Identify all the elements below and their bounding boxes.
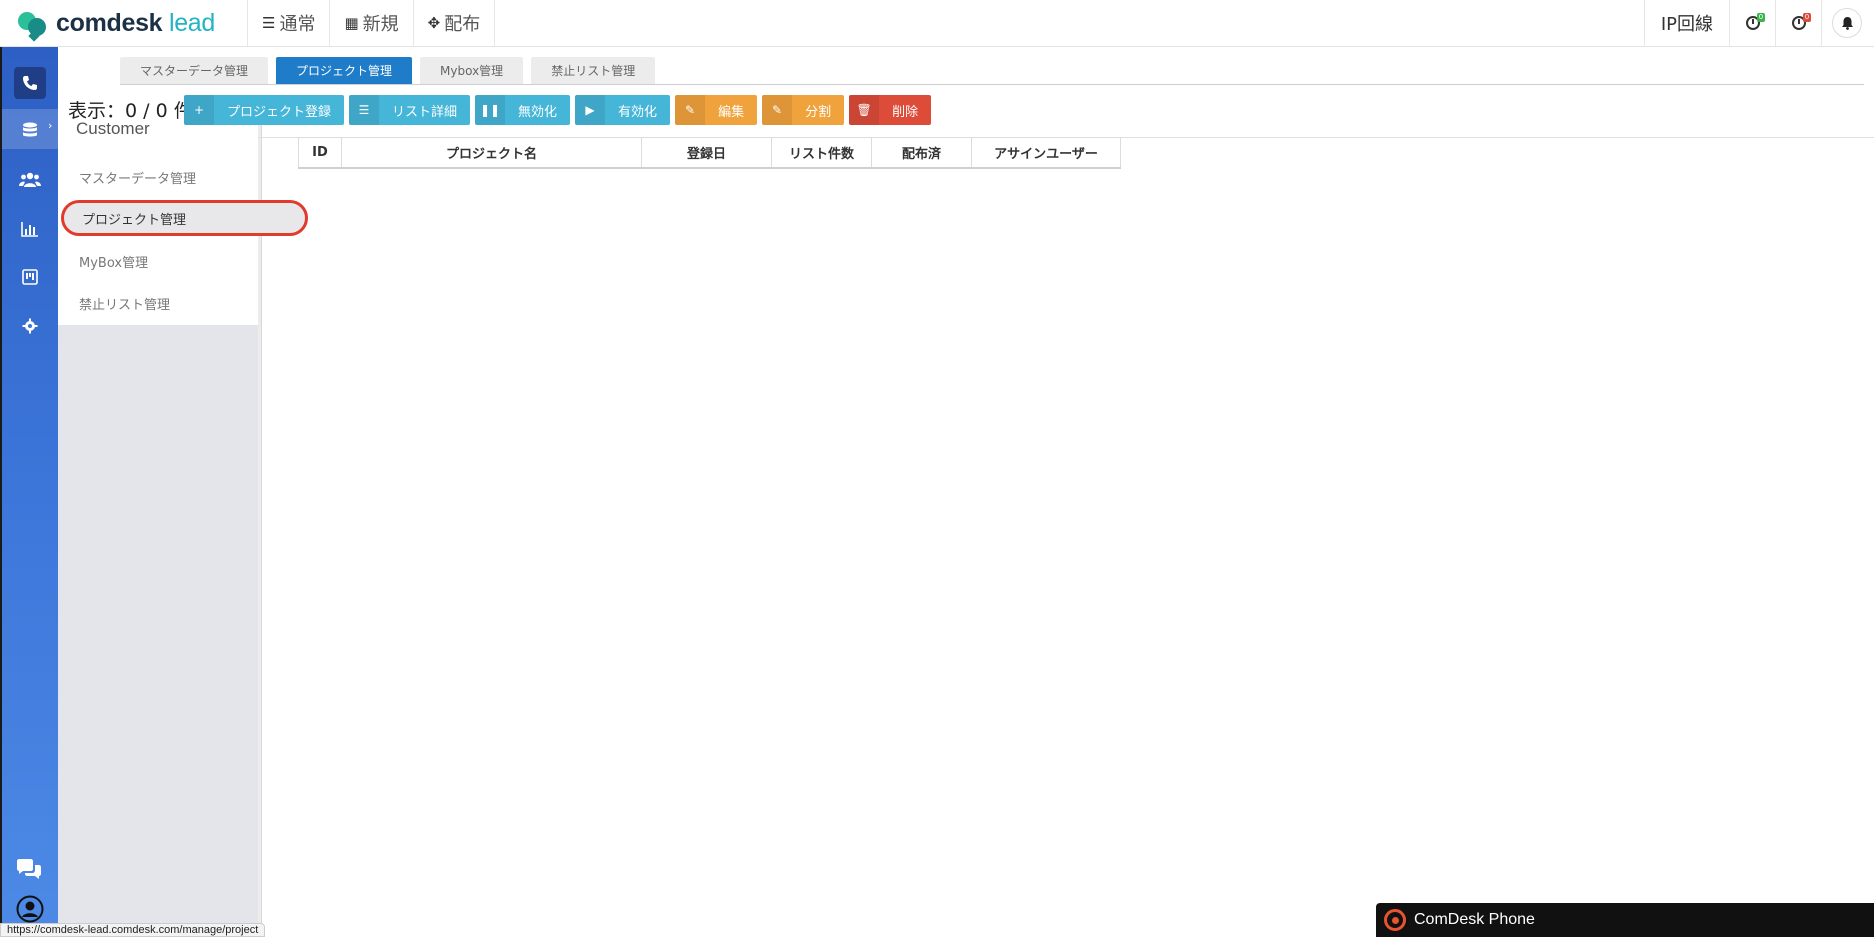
- enable-button[interactable]: ▶ 有効化: [575, 95, 671, 125]
- delete-button[interactable]: 🗑 削除: [849, 95, 932, 125]
- board-icon[interactable]: [14, 261, 46, 293]
- chevron-right-icon: ›: [48, 119, 53, 132]
- database-icon[interactable]: [14, 115, 46, 147]
- comdesk-phone-widget[interactable]: ComDesk Phone: [1376, 903, 1874, 937]
- submenu-item-master-data[interactable]: マスターデータ管理: [79, 168, 196, 187]
- status-url: https://comdesk-lead.comdesk.com/manage/…: [0, 923, 266, 937]
- nav-normal[interactable]: ☰ 通常: [248, 0, 331, 47]
- ip-line-button[interactable]: IP回線: [1643, 0, 1729, 47]
- submenu-item-project[interactable]: プロジェクト管理: [61, 200, 308, 236]
- tab-blocklist[interactable]: 禁止リスト管理: [531, 57, 656, 84]
- nav-distribute[interactable]: ✥ 配布: [414, 0, 496, 47]
- logo-mark-icon: [18, 8, 48, 42]
- list-detail-button[interactable]: ☰ リスト詳細: [349, 95, 471, 125]
- timer-badge-1: 0: [1757, 12, 1765, 22]
- top-right-controls: IP回線 0 0: [1643, 0, 1874, 47]
- chat-help-icon[interactable]: [16, 859, 42, 886]
- column-header-list-count[interactable]: リスト件数: [771, 137, 872, 169]
- phone-icon[interactable]: [14, 67, 46, 99]
- column-header-project-name[interactable]: プロジェクト名: [341, 137, 642, 169]
- tab-master-data[interactable]: マスターデータ管理: [120, 57, 269, 84]
- page-tabs: マスターデータ管理 プロジェクト管理 Mybox管理 禁止リスト管理: [120, 57, 663, 84]
- trash-icon: 🗑: [849, 95, 880, 125]
- customer-submenu: Customer マスターデータ管理 プロジェクト管理 MyBox管理 禁止リス…: [58, 112, 308, 325]
- grid-icon: ▦: [344, 14, 359, 32]
- nav-new[interactable]: ▦ 新規: [330, 0, 414, 47]
- timer-badge-2: 0: [1803, 12, 1811, 22]
- split-button[interactable]: ✎ 分割: [762, 95, 845, 125]
- expand-icon: ✥: [427, 14, 441, 32]
- list-icon: ☰: [349, 95, 380, 125]
- disable-label: 無効化: [518, 104, 558, 120]
- nav-normal-label: 通常: [279, 14, 316, 35]
- submenu-item-blocklist[interactable]: 禁止リスト管理: [79, 294, 170, 313]
- column-header-id[interactable]: ID: [298, 137, 342, 169]
- brand-name-accent: lead: [168, 8, 216, 37]
- split-label: 分割: [805, 104, 832, 120]
- edit-label: 編集: [718, 104, 745, 120]
- tab-mybox[interactable]: Mybox管理: [420, 57, 524, 84]
- list-detail-label: リスト詳細: [392, 104, 458, 120]
- submenu-item-mybox[interactable]: MyBox管理: [79, 252, 148, 271]
- register-project-button[interactable]: + プロジェクト登録: [184, 95, 345, 125]
- action-toolbar: + プロジェクト登録 ☰ リスト詳細 ❚❚ 無効化 ▶ 有効化 ✎ 編集 ✎ 分…: [184, 95, 936, 125]
- pause-icon: ❚❚: [475, 95, 506, 125]
- record-count: 表示：0 / 0 件: [68, 100, 193, 122]
- timer-button-1[interactable]: 0: [1729, 0, 1775, 47]
- project-table: ID プロジェクト名 登録日 リスト件数 配布済 アサインユーザー: [298, 137, 1121, 169]
- column-header-registered-date[interactable]: 登録日: [641, 137, 772, 169]
- phone-logo-icon: [1384, 909, 1406, 931]
- nav-distribute-label: 配布: [444, 14, 481, 35]
- tab-divider: [120, 84, 1864, 85]
- top-bar: comdesk lead ☰ 通常 ▦ 新規 ✥ 配布 IP回線 0 0: [0, 0, 1874, 47]
- enable-label: 有効化: [618, 104, 658, 120]
- timer-button-2[interactable]: 0: [1775, 0, 1821, 47]
- table-header-row: ID プロジェクト名 登録日 リスト件数 配布済 アサインユーザー: [298, 137, 1121, 169]
- list-icon: ☰: [262, 14, 276, 32]
- gear-icon[interactable]: [14, 310, 46, 342]
- notifications-button[interactable]: [1821, 0, 1874, 47]
- nav-new-label: 新規: [362, 14, 399, 35]
- column-header-distributed[interactable]: 配布済: [871, 137, 972, 169]
- brand-logo[interactable]: comdesk lead: [0, 0, 248, 47]
- edit-icon: ✎: [675, 95, 706, 125]
- edit-button[interactable]: ✎ 編集: [675, 95, 758, 125]
- submenu-background: [58, 325, 258, 937]
- register-project-label: プロジェクト登録: [227, 104, 332, 120]
- delete-label: 削除: [892, 104, 919, 120]
- column-header-assigned-user[interactable]: アサインユーザー: [971, 137, 1121, 169]
- play-icon: ▶: [575, 95, 606, 125]
- plus-icon: +: [184, 95, 214, 125]
- brand-name: comdesk: [56, 8, 163, 37]
- tab-project[interactable]: プロジェクト管理: [276, 57, 413, 84]
- top-nav: ☰ 通常 ▦ 新規 ✥ 配布: [248, 0, 496, 47]
- bell-icon: [1832, 8, 1862, 38]
- users-icon[interactable]: [14, 164, 46, 196]
- icon-sidebar: ›: [0, 47, 60, 937]
- edit-icon: ✎: [762, 95, 793, 125]
- disable-button[interactable]: ❚❚ 無効化: [475, 95, 571, 125]
- bar-chart-icon[interactable]: [14, 213, 46, 245]
- phone-widget-label: ComDesk Phone: [1414, 911, 1535, 928]
